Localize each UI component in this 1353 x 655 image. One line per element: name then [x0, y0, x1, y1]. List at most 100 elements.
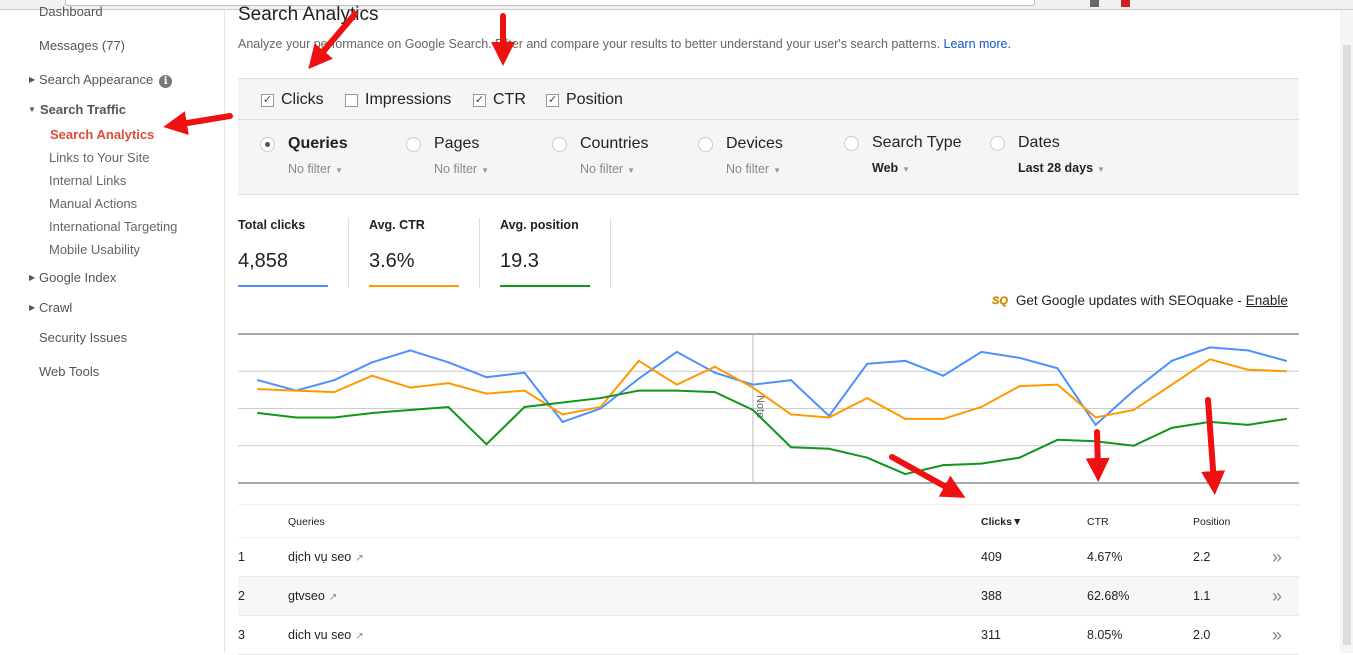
data-point[interactable] — [1208, 358, 1211, 361]
sidebar-item-international-targeting[interactable]: International Targeting — [49, 219, 177, 234]
data-point[interactable] — [1056, 367, 1059, 370]
sidebar-item-search-appearance[interactable]: Search Appearance i — [39, 72, 173, 88]
expand-arrow-icon[interactable]: ▶ — [29, 75, 35, 84]
data-point[interactable] — [523, 406, 526, 409]
radio-button[interactable] — [844, 136, 859, 151]
expand-row-icon[interactable]: » — [1272, 586, 1282, 607]
data-point[interactable] — [1094, 440, 1097, 443]
data-point[interactable] — [751, 386, 754, 389]
data-point[interactable] — [675, 389, 678, 392]
data-point[interactable] — [637, 389, 640, 392]
data-point[interactable] — [599, 406, 602, 409]
data-point[interactable] — [1132, 389, 1135, 392]
expand-arrow-icon[interactable]: ▶ — [29, 303, 35, 312]
data-point[interactable] — [713, 365, 716, 368]
data-point[interactable] — [942, 464, 945, 467]
data-point[interactable] — [1170, 426, 1173, 429]
sidebar-item-search-traffic[interactable]: Search Traffic — [40, 102, 126, 117]
filter-dropdown[interactable]: No filter ▼ — [434, 162, 489, 176]
sidebar-item-dashboard[interactable]: Dashboard — [39, 4, 103, 19]
sidebar-item-manual-actions[interactable]: Manual Actions — [49, 196, 137, 211]
data-point[interactable] — [1018, 456, 1021, 459]
data-point[interactable] — [257, 379, 259, 382]
data-point[interactable] — [371, 411, 374, 414]
data-point[interactable] — [637, 359, 640, 362]
data-point[interactable] — [485, 376, 488, 379]
table-row[interactable]: 3 dich vu seo ↗ 311 8.05% 2.0 » — [238, 616, 1299, 655]
filter-dropdown[interactable]: No filter ▼ — [580, 162, 635, 176]
data-point[interactable] — [980, 462, 983, 465]
data-point[interactable] — [561, 420, 564, 423]
data-point[interactable] — [561, 413, 564, 416]
checkbox-position[interactable]: ✓ Position — [546, 91, 623, 109]
data-point[interactable] — [675, 350, 678, 353]
data-point[interactable] — [637, 377, 640, 380]
data-point[interactable] — [790, 413, 793, 416]
filter-dropdown[interactable]: Web ▼ — [872, 161, 910, 175]
filter-dropdown[interactable]: Last 28 days ▼ — [1018, 161, 1105, 175]
column-header-queries[interactable]: Queries — [288, 516, 325, 528]
data-point[interactable] — [1285, 359, 1287, 362]
data-point[interactable] — [904, 417, 907, 420]
address-bar[interactable] — [65, 0, 1035, 6]
data-point[interactable] — [1246, 349, 1249, 352]
data-point[interactable] — [790, 446, 793, 449]
data-point[interactable] — [1246, 368, 1249, 371]
data-point[interactable] — [295, 389, 298, 392]
sidebar-item-web-tools[interactable]: Web Tools — [39, 364, 99, 379]
data-point[interactable] — [1132, 444, 1135, 447]
data-point[interactable] — [295, 416, 298, 419]
data-point[interactable] — [904, 359, 907, 362]
data-point[interactable] — [1170, 383, 1173, 386]
metric-avg-position[interactable]: Avg. position 19.3 — [500, 218, 590, 288]
scrollbar[interactable] — [1340, 10, 1353, 653]
column-header-ctr[interactable]: CTR — [1087, 516, 1109, 528]
data-point[interactable] — [333, 379, 336, 382]
data-point[interactable] — [980, 406, 983, 409]
data-point[interactable] — [675, 383, 678, 386]
data-point[interactable] — [828, 447, 831, 450]
data-point[interactable] — [1285, 370, 1287, 373]
extension-icon-red[interactable] — [1121, 0, 1130, 7]
data-point[interactable] — [409, 408, 412, 411]
data-point[interactable] — [447, 361, 450, 364]
data-point[interactable] — [371, 361, 374, 364]
checkbox-icon[interactable] — [345, 93, 358, 107]
expand-row-icon[interactable]: » — [1272, 547, 1282, 568]
radio-button[interactable] — [406, 137, 421, 152]
query-cell[interactable]: dich vu seo ↗ — [288, 628, 364, 642]
data-point[interactable] — [1208, 346, 1211, 349]
checkbox-ctr[interactable]: ✓ CTR — [473, 91, 526, 109]
table-row[interactable]: 1 dịch vụ seo ↗ 409 4.67% 2.2 » — [238, 538, 1299, 577]
data-point[interactable] — [866, 362, 869, 365]
data-point[interactable] — [1132, 408, 1135, 411]
data-point[interactable] — [790, 379, 793, 382]
data-point[interactable] — [523, 389, 526, 392]
sidebar-item-search-analytics[interactable]: Search Analytics — [50, 127, 154, 142]
data-point[interactable] — [447, 406, 450, 409]
data-point[interactable] — [409, 349, 412, 352]
data-point[interactable] — [599, 397, 602, 400]
collapse-arrow-icon[interactable]: ▼ — [28, 105, 36, 114]
sidebar-item-security-issues[interactable]: Security Issues — [39, 330, 127, 345]
data-point[interactable] — [942, 374, 945, 377]
column-header-clicks[interactable]: Clicks▼ — [981, 516, 1022, 528]
expand-arrow-icon[interactable]: ▶ — [29, 273, 35, 282]
data-point[interactable] — [257, 388, 259, 391]
data-point[interactable] — [904, 473, 907, 476]
data-point[interactable] — [1018, 385, 1021, 388]
checkbox-icon[interactable]: ✓ — [473, 93, 486, 107]
query-cell[interactable]: gtvseo ↗ — [288, 589, 337, 603]
sidebar-item-messages[interactable]: Messages (77) — [39, 38, 125, 53]
data-point[interactable] — [866, 397, 869, 400]
data-point[interactable] — [1056, 438, 1059, 441]
data-point[interactable] — [713, 371, 716, 374]
data-point[interactable] — [333, 391, 336, 394]
data-point[interactable] — [409, 386, 412, 389]
data-point[interactable] — [1094, 423, 1097, 426]
external-link-icon[interactable]: ↗ — [355, 631, 363, 642]
data-point[interactable] — [751, 408, 754, 411]
checkbox-clicks[interactable]: ✓ Clicks — [261, 91, 324, 109]
filter-dropdown[interactable]: No filter ▼ — [726, 162, 781, 176]
data-point[interactable] — [866, 456, 869, 459]
